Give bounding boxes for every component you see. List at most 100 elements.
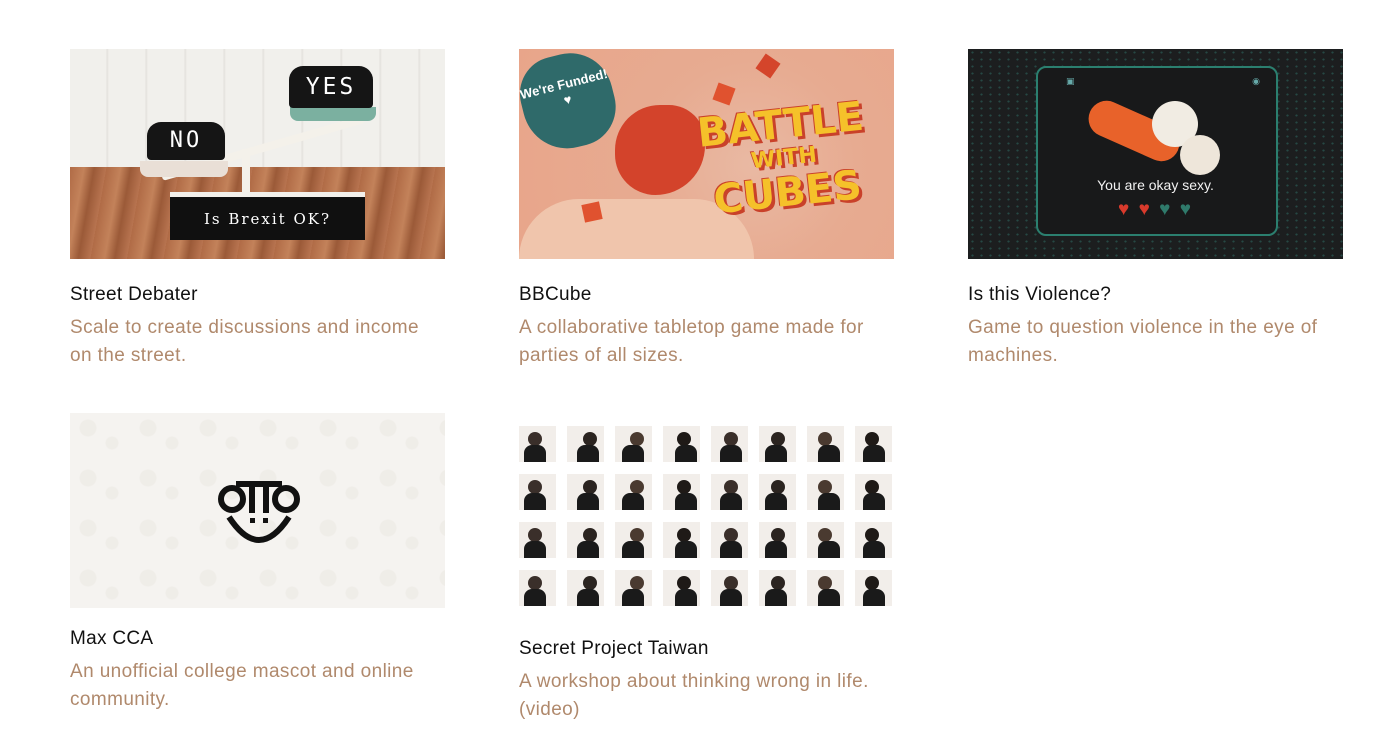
cube <box>755 53 781 79</box>
participant-photo <box>663 426 700 462</box>
person-head <box>724 480 738 494</box>
person-head <box>724 528 738 542</box>
person-head <box>865 432 879 446</box>
person-shirt <box>720 445 742 462</box>
participant-photo <box>807 426 844 462</box>
person-shirt <box>675 493 697 510</box>
project-thumbnail[interactable]: We're Funded! ♥ BATTLE WITH CUBES <box>519 49 894 259</box>
person-shirt <box>720 493 742 510</box>
sign-yes: YES <box>289 66 373 108</box>
participant-photo <box>615 426 652 462</box>
funded-badge: We're Funded! ♥ <box>519 49 625 158</box>
heart-filled-icon: ♥ <box>1138 199 1152 220</box>
person-shirt <box>720 589 742 606</box>
project-thumbnail[interactable]: NO YES Is Brexit OK? <box>70 49 445 259</box>
person-head <box>528 432 542 446</box>
person-head <box>528 528 542 542</box>
participant-photo <box>567 570 604 606</box>
person-shirt <box>622 541 644 558</box>
person-shirt <box>675 589 697 606</box>
participant-photo <box>519 522 556 558</box>
person-shirt <box>863 541 885 558</box>
project-card-secret-project-taiwan[interactable]: Secret Project Taiwan A workshop about t… <box>519 413 894 724</box>
person-shirt <box>720 541 742 558</box>
person-head <box>865 480 879 494</box>
person-head <box>818 576 832 590</box>
sign-no: NO <box>147 122 225 160</box>
project-description: Game to question violence in the eye of … <box>968 317 1318 366</box>
person-head <box>630 528 644 542</box>
scale-pan <box>140 161 228 177</box>
project-card-bbcube[interactable]: We're Funded! ♥ BATTLE WITH CUBES BBCube… <box>519 49 894 370</box>
person-head <box>528 480 542 494</box>
participant-photo <box>807 522 844 558</box>
project-thumbnail[interactable] <box>519 413 894 608</box>
participant-photo <box>855 474 892 510</box>
person-head <box>771 528 785 542</box>
person-head <box>630 432 644 446</box>
participant-photo <box>855 426 892 462</box>
person-shirt <box>863 589 885 606</box>
camera-icon: ◉ <box>1252 76 1260 86</box>
participant-photo <box>711 570 748 606</box>
person-shirt <box>622 589 644 606</box>
person-shirt <box>622 445 644 462</box>
participant-photo <box>663 570 700 606</box>
participant-photo <box>711 426 748 462</box>
participant-photo <box>663 474 700 510</box>
participant-photo <box>519 570 556 606</box>
project-title[interactable]: Secret Project Taiwan <box>519 637 894 661</box>
scale-pan <box>290 107 376 121</box>
game-caption: You are okay sexy. <box>1097 177 1214 193</box>
person-head <box>677 528 691 542</box>
person-shirt <box>577 589 599 606</box>
project-title[interactable]: BBCube <box>519 283 894 307</box>
person-head <box>583 432 597 446</box>
scale-base-text: Is Brexit OK? <box>170 192 365 240</box>
participant-photo <box>615 570 652 606</box>
person-shirt <box>818 541 840 558</box>
participant-photo <box>759 522 796 558</box>
image-icon: ▣ <box>1066 76 1075 86</box>
project-title[interactable]: Is this Violence? <box>968 283 1343 307</box>
person-head <box>818 528 832 542</box>
person-shirt <box>765 589 787 606</box>
person-shirt <box>622 493 644 510</box>
project-thumbnail[interactable] <box>70 413 445 608</box>
project-card-street-debater[interactable]: NO YES Is Brexit OK? Street Debater Scal… <box>70 49 445 370</box>
battle-with-cubes-logo: BATTLE WITH CUBES <box>684 93 885 224</box>
heart-empty-icon: ♥ <box>1159 199 1173 220</box>
project-thumbnail[interactable]: ▣ ◉ You are okay sexy. ♥ ♥ ♥ ♥ <box>968 49 1343 259</box>
person-head <box>771 576 785 590</box>
person-head <box>724 432 738 446</box>
project-title[interactable]: Street Debater <box>70 283 445 307</box>
participant-photo <box>855 522 892 558</box>
participant-photo <box>567 426 604 462</box>
person-head <box>583 480 597 494</box>
person-head <box>724 576 738 590</box>
person-head <box>771 480 785 494</box>
participant-photo <box>711 474 748 510</box>
person-shirt <box>675 541 697 558</box>
person-head <box>630 576 644 590</box>
person-shirt <box>524 493 546 510</box>
participant-photo <box>855 570 892 606</box>
project-title[interactable]: Max CCA <box>70 627 445 651</box>
project-card-is-this-violence[interactable]: ▣ ◉ You are okay sexy. ♥ ♥ ♥ ♥ Is this V… <box>968 49 1343 370</box>
participant-photo <box>807 570 844 606</box>
heart-filled-icon: ♥ <box>1118 199 1132 220</box>
person-shirt <box>524 541 546 558</box>
person-shirt <box>524 445 546 462</box>
person-shirt <box>765 541 787 558</box>
project-description: Scale to create discussions and income o… <box>70 317 419 366</box>
person-head <box>677 576 691 590</box>
person-shirt <box>863 493 885 510</box>
hearts-meter: ♥ ♥ ♥ ♥ <box>968 199 1343 221</box>
project-card-max-cca[interactable]: Max CCA An unofficial college mascot and… <box>70 413 445 714</box>
person-shirt <box>765 445 787 462</box>
person-shirt <box>818 445 840 462</box>
cube <box>581 201 603 223</box>
person-head <box>583 528 597 542</box>
person-shirt <box>577 445 599 462</box>
participant-photo <box>711 522 748 558</box>
